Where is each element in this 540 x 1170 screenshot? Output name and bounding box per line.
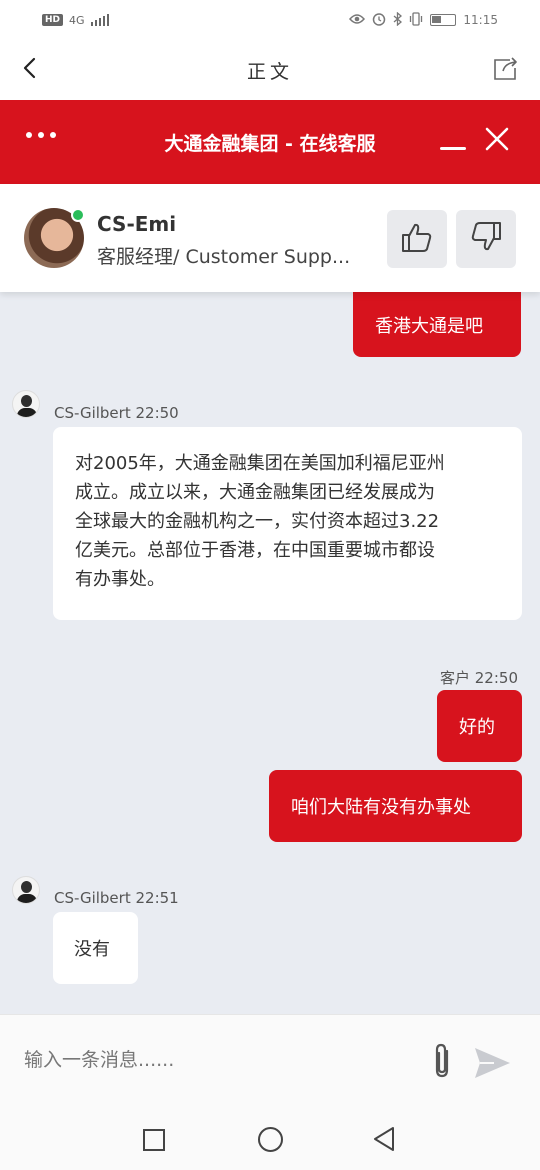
chat-messages[interactable]: 香港大通是吧 CS-Gilbert 22:50 对2005年，大通金融集团在美国… — [0, 292, 540, 1014]
message-input-bar — [0, 1014, 540, 1110]
nav-recents-icon[interactable] — [143, 1129, 165, 1151]
message-line: 亿美元。总部位于香港，在中国重要城市都设 — [75, 540, 435, 561]
chat-header: 大通金融集团 - 在线客服 — [0, 100, 540, 184]
thumbs-down-icon — [469, 220, 503, 258]
thumbs-up-icon — [400, 220, 434, 258]
message-text: 香港大通是吧 — [375, 315, 483, 337]
back-arrow-icon[interactable] — [18, 54, 48, 84]
nav-home-icon[interactable] — [258, 1127, 283, 1152]
agent-name: CS-Emi — [97, 212, 177, 236]
thumbs-up-button[interactable] — [387, 210, 447, 268]
bluetooth-icon — [393, 11, 403, 29]
outgoing-message: 咱们大陆有没有办事处 — [269, 770, 522, 842]
status-bar: HD 4G 11:15 — [0, 0, 540, 40]
agent-role: 客服经理/ Customer Supp... — [97, 246, 351, 268]
message-sender-time: 客户 22:50 — [440, 669, 518, 687]
signal-icon — [90, 14, 109, 26]
message-line: 全球最大的金融机构之一，实付资本超过3.22 — [75, 511, 440, 532]
agent-card: CS-Emi 客服经理/ Customer Supp... — [0, 184, 540, 292]
message-line: 对2005年，大通金融集团在美国加利福尼亚州 — [75, 453, 445, 474]
close-icon[interactable] — [484, 126, 510, 152]
message-text: 好的 — [459, 717, 495, 738]
minimize-icon[interactable] — [440, 128, 466, 154]
hd-badge: HD — [42, 14, 64, 26]
agent-mini-avatar — [12, 876, 40, 904]
online-status-icon — [71, 208, 85, 222]
message-sender-time: CS-Gilbert 22:50 — [54, 404, 179, 422]
alarm-icon — [372, 12, 386, 29]
chat-title: 大通金融集团 - 在线客服 — [164, 132, 376, 155]
send-icon[interactable] — [472, 1045, 512, 1081]
share-icon[interactable] — [490, 54, 520, 84]
battery-icon — [430, 14, 457, 26]
outgoing-message: 好的 — [437, 690, 522, 762]
message-input[interactable] — [24, 1049, 404, 1071]
system-nav-bar — [0, 1110, 540, 1170]
message-text: 没有 — [74, 939, 110, 960]
network-label: 4G — [69, 13, 85, 27]
message-text: 咱们大陆有没有办事处 — [291, 797, 471, 818]
message-line: 有办事处。 — [75, 569, 165, 590]
attachment-icon[interactable] — [428, 1041, 458, 1081]
browser-top-bar: 正文 — [0, 40, 540, 100]
incoming-message: 对2005年，大通金融集团在美国加利福尼亚州 成立。成立以来，大通金融集团已经发… — [53, 427, 522, 620]
eye-icon — [349, 13, 366, 28]
more-dots-icon[interactable] — [26, 132, 56, 138]
outgoing-message: 香港大通是吧 — [353, 292, 521, 357]
incoming-message: 没有 — [53, 912, 138, 984]
message-sender-time: CS-Gilbert 22:51 — [54, 889, 179, 907]
agent-mini-avatar — [12, 390, 40, 418]
vibrate-icon — [409, 11, 423, 29]
thumbs-down-button[interactable] — [456, 210, 516, 268]
nav-back-icon[interactable] — [372, 1126, 396, 1152]
clock-time: 11:15 — [463, 13, 498, 27]
message-line: 成立。成立以来，大通金融集团已经发展成为 — [75, 482, 435, 503]
page-title: 正文 — [246, 60, 293, 83]
